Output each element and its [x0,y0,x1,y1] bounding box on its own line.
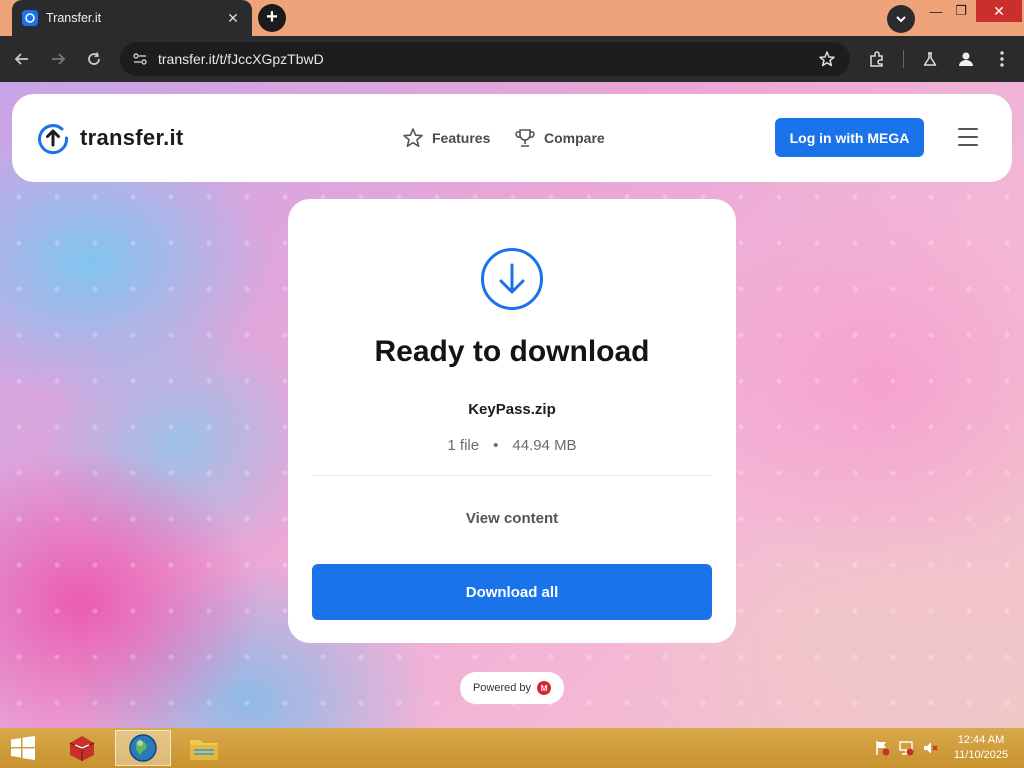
download-circle-icon [481,248,543,310]
volume-muted-icon[interactable] [922,740,938,756]
site-header: transfer.it Features Compare Log in with… [12,94,1012,182]
download-all-button[interactable]: Download all [312,564,712,620]
mega-logo-icon: M [537,681,552,695]
nav-features[interactable]: Features [402,127,490,149]
tab-search-button[interactable] [887,5,915,33]
new-tab-button[interactable]: + [258,4,286,32]
menu-hamburger-icon[interactable] [958,128,978,146]
file-size: 44.94 MB [512,437,577,454]
clock-date: 11/10/2025 [953,749,1009,761]
reload-button[interactable] [82,47,106,71]
start-button[interactable] [10,736,36,765]
browser-menu-button[interactable] [990,47,1014,71]
meta-separator: • [493,437,499,454]
taskbar-app-browser[interactable] [115,730,171,766]
login-mega-button[interactable]: Log in with MEGA [775,118,924,157]
trophy-icon [515,129,535,147]
tab-transfer-it[interactable]: Transfer.it ✕ [12,0,252,36]
flask-icon [923,52,937,66]
chevron-down-icon [896,16,906,23]
extensions-button[interactable] [865,47,889,71]
bookmark-star-icon[interactable] [818,50,836,68]
tab-strip: Transfer.it ✕ + — ❐ ✕ [0,0,1024,36]
folder-icon [190,740,218,760]
close-window-button[interactable]: ✕ [976,0,1022,22]
nav-compare[interactable]: Compare [514,127,605,149]
app-box-icon [69,736,95,761]
transfer-logo-icon [38,124,69,155]
url-text: transfer.it/t/fJccXGpzTbwD [158,51,324,67]
taskbar-app-red[interactable] [54,730,110,766]
action-center-flag-icon[interactable] [874,740,890,756]
system-clock[interactable]: 12:44 AM 11/10/2025 [946,733,1016,763]
puzzle-icon [870,51,883,67]
profile-button[interactable] [954,47,978,71]
card-divider [312,475,712,476]
star-icon [403,128,423,147]
site-settings-icon[interactable] [132,51,148,67]
nav-compare-label: Compare [544,130,605,146]
taskbar: 12:44 AM 11/10/2025 [0,728,1024,768]
back-button[interactable] [10,47,34,71]
tab-close-icon[interactable]: ✕ [224,10,242,27]
tab-title: Transfer.it [46,11,102,25]
taskbar-app-explorer[interactable] [176,730,232,766]
download-card: Ready to download KeyPass.zip 1 file • 44.… [288,199,736,643]
network-icon[interactable] [898,740,914,756]
clock-time: 12:44 AM [957,734,1005,746]
more-vertical-icon [1000,51,1004,67]
page-viewport: transfer.it Features Compare Log in with… [0,82,1024,728]
labs-button[interactable] [918,47,942,71]
site-logo[interactable]: transfer.it [36,121,184,155]
view-content-link[interactable]: View content [288,510,736,527]
arrow-right-icon [52,53,66,65]
windows-logo-icon [11,736,35,760]
toolbar-separator [903,50,904,68]
profile-icon [959,52,973,66]
address-bar[interactable]: transfer.it/t/fJccXGpzTbwD [120,42,850,76]
reload-icon [88,52,100,65]
card-title: Ready to download [374,335,650,368]
powered-by-badge[interactable]: Powered by M [460,672,564,704]
file-count: 1 file [447,437,480,454]
maximize-button[interactable]: ❐ [950,0,972,22]
transfer-favicon-icon [22,10,38,26]
minimize-button[interactable]: — [925,0,947,22]
file-meta: 1 file • 44.94 MB [288,437,736,454]
nav-features-label: Features [432,130,491,146]
powered-by-label: Powered by [472,682,532,694]
forward-button[interactable] [46,47,70,71]
globe-icon [129,734,157,762]
arrow-left-icon [14,53,28,65]
file-name: KeyPass.zip [468,401,556,418]
logo-text: transfer.it [80,125,184,150]
browser-toolbar: transfer.it/t/fJccXGpzTbwD [0,36,1024,82]
